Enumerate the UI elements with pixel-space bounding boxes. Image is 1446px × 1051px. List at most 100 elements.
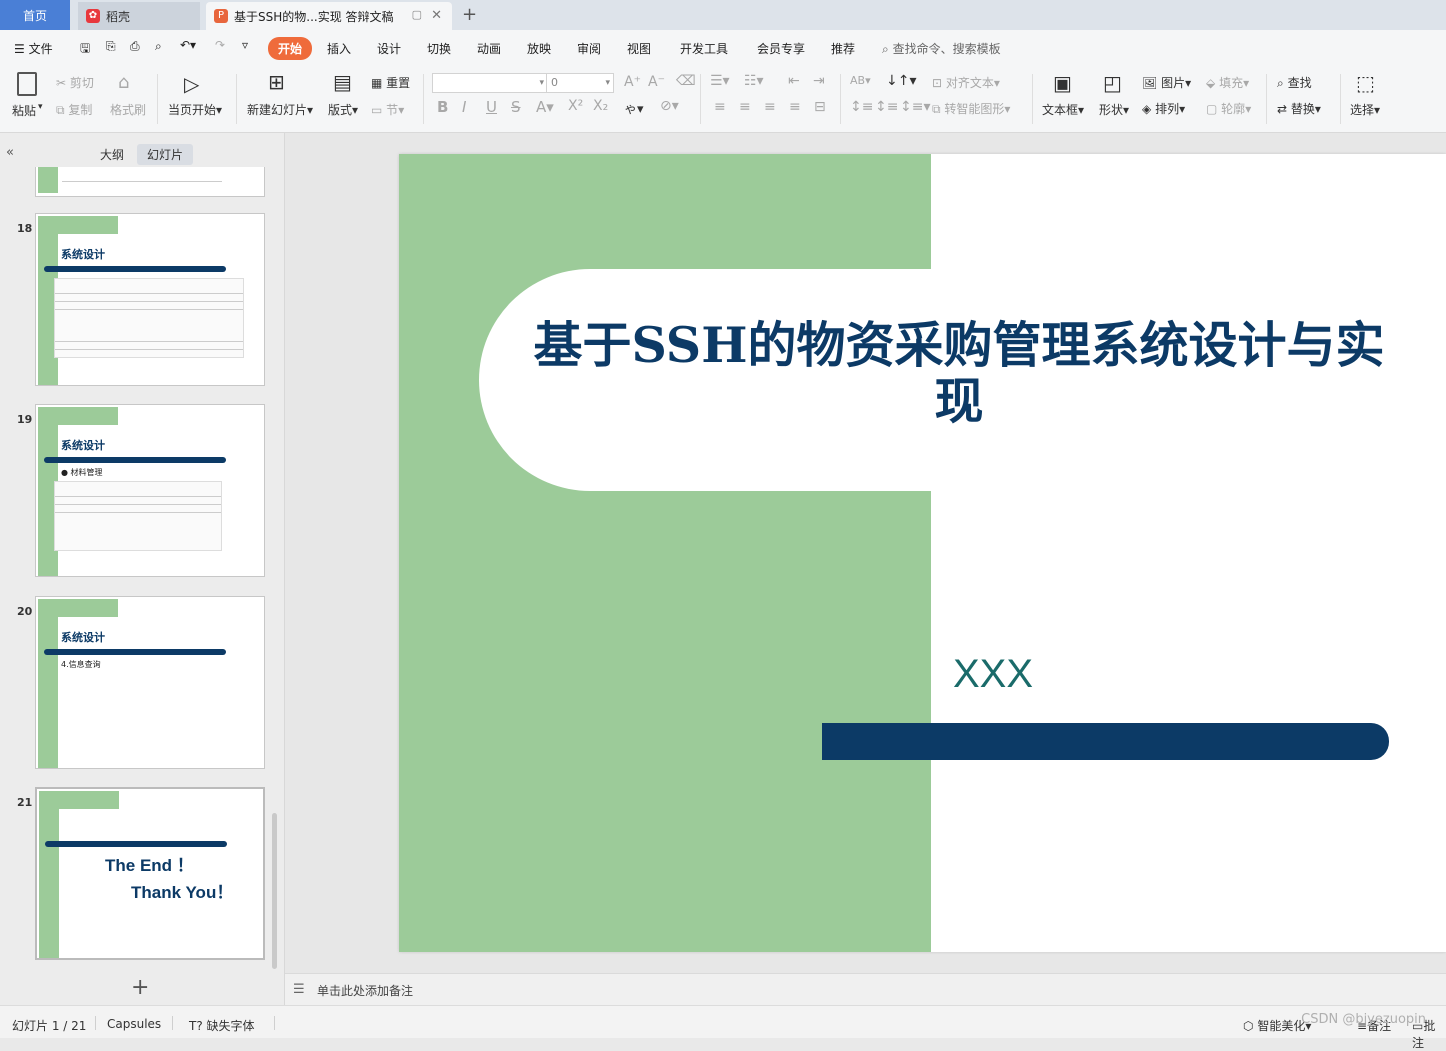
layout-button[interactable]: 版式▾: [328, 101, 358, 118]
slide-author[interactable]: XXX: [953, 652, 1033, 697]
picture-button[interactable]: 🖼 图片▾: [1142, 74, 1191, 91]
tab-outline[interactable]: 大纲: [90, 144, 134, 165]
thumbnail-subtitle: 4.信息查询: [61, 660, 101, 669]
thumbnail-scrollbar[interactable]: [272, 813, 277, 969]
notes-pane[interactable]: ☰ 单击此处添加备注: [285, 973, 1446, 1006]
section-button[interactable]: ▭ 节▾: [371, 101, 404, 118]
indent-icon[interactable]: ⇥: [813, 73, 825, 89]
tab-slides[interactable]: 幻灯片: [137, 144, 194, 165]
textbox-icon: ▣: [1053, 71, 1072, 95]
highlight-icon[interactable]: ⊘▾: [660, 98, 679, 114]
slide-thumbnail-20[interactable]: 系统设计 4.信息查询: [35, 596, 265, 769]
copy-button[interactable]: ⧉ 复制: [56, 101, 92, 118]
phonetic-icon[interactable]: ゃ▾: [624, 98, 644, 117]
menu-file[interactable]: ☰ 文件: [14, 40, 53, 57]
strikethrough-icon[interactable]: S: [511, 98, 521, 116]
sort-icon[interactable]: ↓↑▾: [886, 73, 917, 89]
subscript-icon[interactable]: X₂: [593, 98, 608, 114]
slide-thumbnail-17[interactable]: [35, 167, 265, 197]
slide-title[interactable]: 基于SSH的物资采购管理系统设计与实现: [519, 317, 1399, 429]
save-icon[interactable]: 🖫: [80, 39, 90, 60]
align-left-icon[interactable]: ≡: [714, 99, 726, 115]
format-painter-button[interactable]: 格式刷: [110, 101, 146, 118]
play-from-current-button[interactable]: 当页开始▾: [168, 101, 222, 118]
distribute-icon[interactable]: ⊟: [814, 99, 826, 115]
menu-insert[interactable]: 插入: [327, 40, 351, 57]
outline-button[interactable]: ▢ 轮廓▾: [1206, 100, 1251, 117]
new-tab-button[interactable]: +: [462, 4, 477, 25]
menu-member[interactable]: 会员专享: [757, 40, 805, 57]
more-quick-icon[interactable]: ▿: [242, 38, 248, 52]
select-button[interactable]: 选择▾: [1350, 101, 1380, 118]
slide-thumbnail-21[interactable]: The End ！ Thank You！: [35, 787, 265, 960]
smart-shape-button[interactable]: ⧉ 转智能图形▾: [932, 100, 1010, 117]
align-center-icon[interactable]: ≡: [739, 99, 751, 115]
preview-icon[interactable]: ⌕: [155, 39, 162, 54]
current-slide[interactable]: 基于SSH的物资采购管理系统设计与实现 XXX: [399, 154, 1446, 952]
arrange-button[interactable]: ◈ 排列▾: [1142, 100, 1185, 117]
menu-review[interactable]: 审阅: [577, 40, 601, 57]
font-color-icon[interactable]: A▾: [536, 98, 554, 116]
tab-daoke-label: 稻壳: [106, 9, 131, 24]
undo-icon[interactable]: ↶▾: [180, 38, 196, 52]
slide-canvas: 基于SSH的物资采购管理系统设计与实现 XXX: [285, 133, 1446, 973]
slide-thumbnail-18[interactable]: 系统设计: [35, 213, 265, 386]
menu-design[interactable]: 设计: [377, 40, 401, 57]
font-size-select[interactable]: 0 ▾: [546, 73, 614, 93]
find-button[interactable]: ⌕ 查找: [1277, 74, 1312, 91]
menu-start[interactable]: 开始: [268, 37, 313, 60]
numbered-list-icon[interactable]: ☷▾: [744, 73, 764, 89]
text-direction-icon[interactable]: AB▾: [850, 74, 871, 87]
reset-icon: ▦: [371, 76, 383, 90]
replace-button[interactable]: ⇄ 替换▾: [1277, 100, 1321, 117]
slide-thumbnail-19[interactable]: 系统设计 ● 材料管理: [35, 404, 265, 577]
textbox-button[interactable]: 文本框▾: [1042, 101, 1084, 118]
missing-font-button[interactable]: T? 缺失字体: [189, 1017, 255, 1034]
command-search[interactable]: ⌕ 查找命令、搜索模板: [882, 40, 1001, 57]
align-right-icon[interactable]: ≡: [764, 99, 776, 115]
command-search-label: 查找命令、搜索模板: [892, 42, 1001, 56]
align-text-button[interactable]: ⊡ 对齐文本▾: [932, 74, 1000, 91]
menu-switch[interactable]: 切换: [427, 40, 451, 57]
clear-format-icon[interactable]: ⌫: [676, 73, 696, 89]
cut-button[interactable]: ✂ 剪切: [56, 74, 94, 91]
tab-pin-icon[interactable]: ▢: [412, 8, 422, 21]
export-icon[interactable]: ⎘: [106, 39, 116, 54]
shrink-font-icon[interactable]: A⁻: [648, 74, 665, 90]
add-slide-button[interactable]: +: [131, 975, 149, 1000]
grow-font-icon[interactable]: A⁺: [624, 74, 641, 90]
tab-document[interactable]: P 基于SSH的物...实现 答辩文稿 ▢ ✕: [206, 2, 452, 30]
fill-button[interactable]: ⬙ 填充▾: [1206, 74, 1249, 91]
fill-label: 填充: [1219, 76, 1244, 90]
outline-label: 轮廓: [1221, 102, 1246, 116]
theme-name[interactable]: Capsules: [107, 1017, 161, 1031]
superscript-icon[interactable]: X²: [568, 98, 583, 114]
menu-play[interactable]: 放映: [527, 40, 551, 57]
reset-button[interactable]: ▦ 重置: [371, 74, 410, 91]
menu-devtools[interactable]: 开发工具: [680, 40, 728, 57]
tab-daoke[interactable]: ✿ 稻壳: [78, 2, 200, 30]
bold-icon[interactable]: B: [437, 98, 448, 116]
collapse-panel-icon[interactable]: «: [6, 145, 14, 160]
menu-recommend[interactable]: 推荐: [831, 40, 855, 57]
bullet-list-icon[interactable]: ☰▾: [710, 73, 730, 89]
outdent-icon[interactable]: ⇤: [788, 73, 800, 89]
spacing-more-icon[interactable]: ↕≡▾: [900, 99, 931, 115]
tab-close-icon[interactable]: ✕: [431, 8, 442, 23]
menu-animation[interactable]: 动画: [477, 40, 501, 57]
font-family-select[interactable]: ▾: [432, 73, 548, 93]
line-spacing-icon[interactable]: ↕≡: [850, 99, 873, 115]
menu-view[interactable]: 视图: [627, 40, 651, 57]
shape-button[interactable]: 形状▾: [1099, 101, 1129, 118]
smart-shape-icon: ⧉: [932, 102, 941, 116]
new-slide-button[interactable]: 新建幻灯片▾: [247, 101, 313, 118]
redo-icon[interactable]: ↷: [215, 38, 225, 52]
paragraph-spacing-icon[interactable]: ↕≡: [875, 99, 898, 115]
underline-icon[interactable]: U: [486, 98, 497, 116]
print-icon[interactable]: ⎙: [130, 39, 140, 54]
italic-icon[interactable]: I: [462, 98, 466, 116]
tab-home[interactable]: 首页: [0, 0, 70, 30]
presentation-logo-icon: P: [214, 9, 228, 23]
justify-icon[interactable]: ≡: [789, 99, 801, 115]
slide-count: 幻灯片 1 / 21: [12, 1019, 87, 1033]
